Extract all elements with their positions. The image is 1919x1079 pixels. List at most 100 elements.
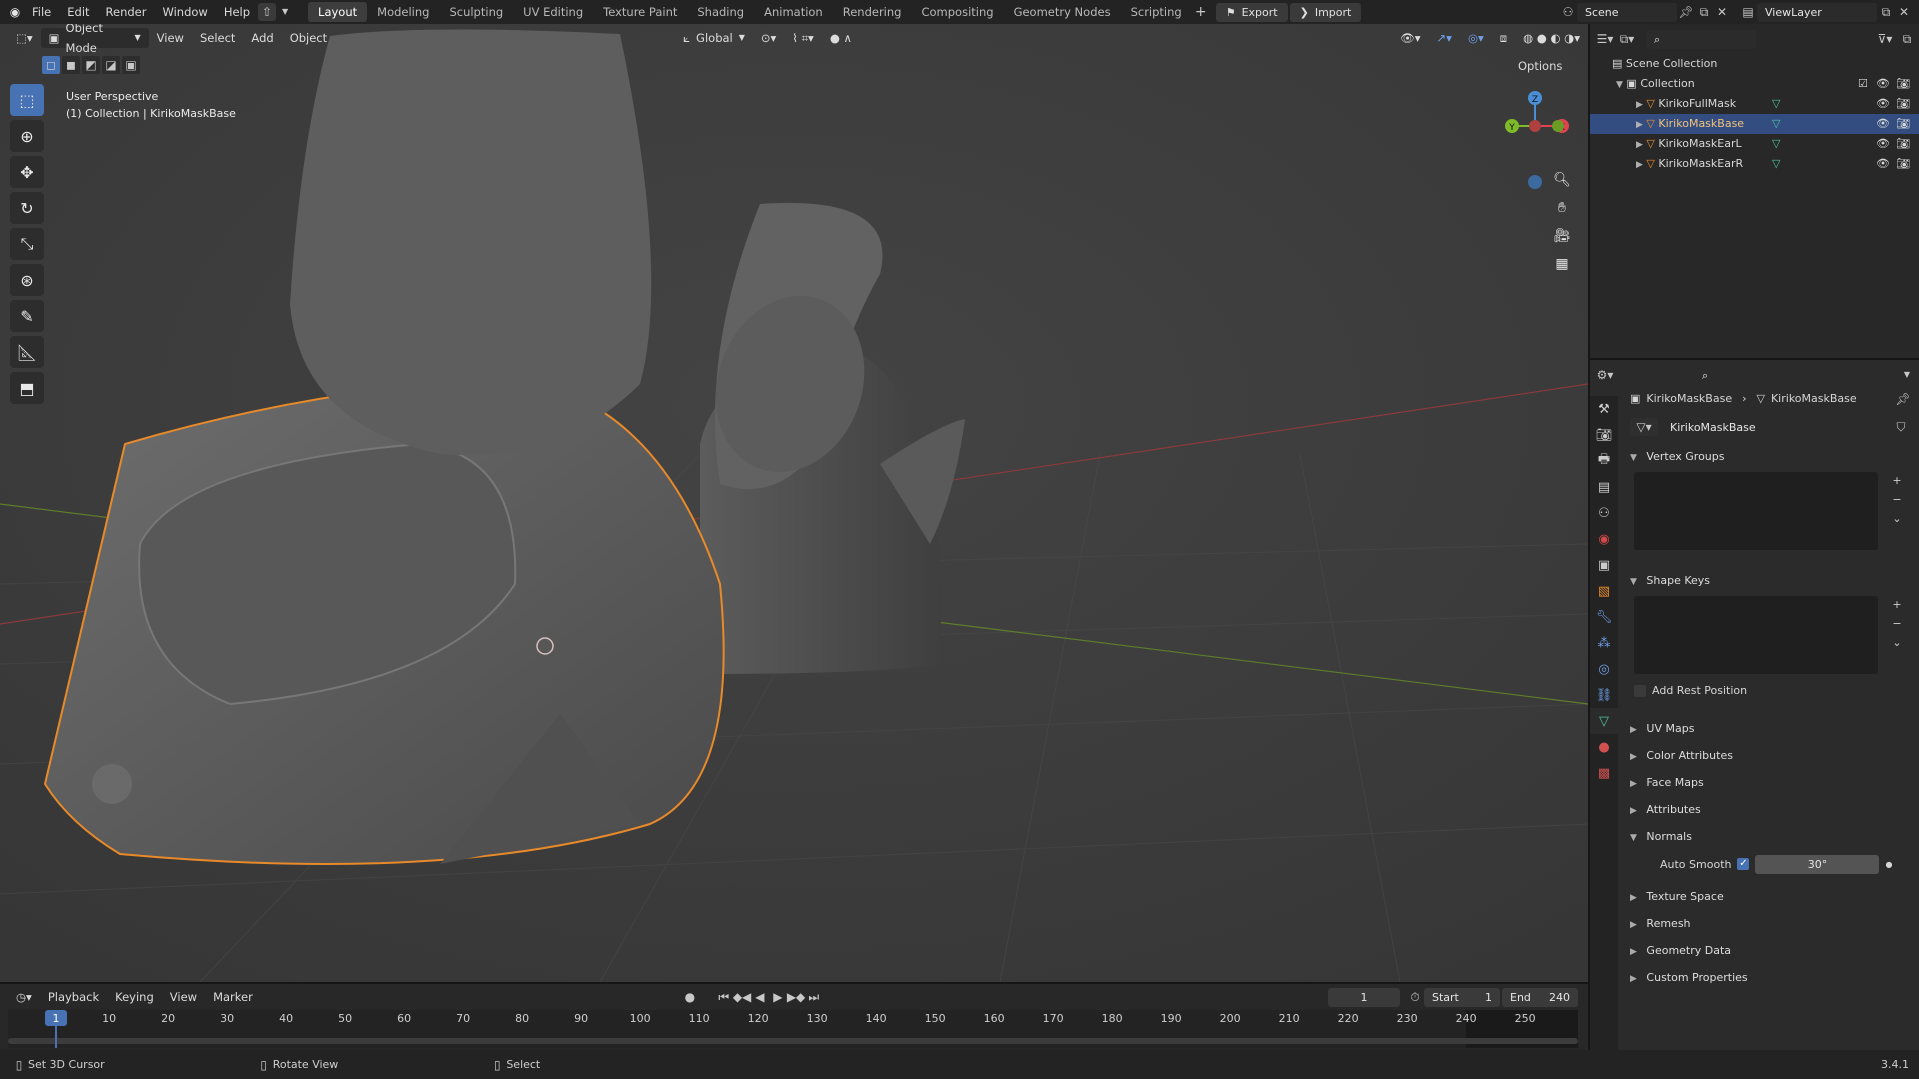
pin-icon[interactable]: 📌︎ [1894, 390, 1912, 408]
mesh-data-icon[interactable]: ▽ [1772, 134, 1780, 154]
panel-vertex-groups[interactable]: ▼ Vertex Groups [1630, 446, 1912, 468]
camera-render-icon[interactable]: 📷︎ [1896, 94, 1910, 114]
eye-icon[interactable]: 👁︎ [1876, 114, 1890, 134]
camera-render-icon[interactable]: 📷︎ [1896, 154, 1910, 174]
camera-render-icon[interactable]: 📷︎ [1896, 74, 1910, 94]
collection-checkbox[interactable]: ☑ [1858, 74, 1868, 94]
properties-search[interactable]: ⌕ [1694, 365, 1804, 385]
file-upload-icon[interactable]: ⇧ [258, 3, 277, 21]
object-tab-icon[interactable]: ▧ [1590, 578, 1618, 604]
proportional-edit-icon[interactable]: ● ∧ [822, 28, 860, 48]
eye-icon[interactable]: 👁︎ [1876, 154, 1890, 174]
animate-dot-icon[interactable]: ● [1885, 860, 1892, 869]
new-scene-icon[interactable]: ⧉ [1695, 3, 1713, 21]
render-tab-icon[interactable]: 📷︎ [1590, 422, 1618, 448]
particles-tab-icon[interactable]: ⁂ [1590, 630, 1618, 656]
add-vertex-group-icon[interactable]: + [1887, 472, 1907, 490]
import-button[interactable]: ❯ Import [1289, 2, 1362, 22]
expand-arrow-icon[interactable]: ▼ [1616, 80, 1623, 90]
outliner-item[interactable]: ▶ ▽ KirikoMaskEarR ▽ 👁︎ 📷︎ [1590, 154, 1919, 174]
record-icon[interactable]: ● [681, 988, 699, 1006]
pivot-icon[interactable]: ⊙▾ [753, 28, 784, 48]
transform-icon[interactable]: ⊛ [10, 264, 44, 296]
world-tab-icon[interactable]: ◉ [1590, 526, 1618, 552]
eye-icon[interactable]: 👁︎ [1876, 134, 1890, 154]
scale-icon[interactable]: ⤡ [10, 228, 44, 260]
scene-field[interactable]: Scene [1577, 2, 1677, 22]
camera-render-icon[interactable]: 📷︎ [1896, 134, 1910, 154]
chevron-down-icon[interactable]: ▼ [276, 3, 294, 21]
panel-attributes[interactable]: ▶ Attributes [1630, 799, 1912, 821]
orientation-dropdown[interactable]: ⟀ Global ▼ [675, 28, 753, 48]
scene-icon[interactable]: ⚇ [1559, 3, 1577, 21]
jump-end-icon[interactable]: ⏭ [805, 988, 823, 1006]
outliner-search[interactable]: ⌕ [1646, 29, 1756, 49]
fake-user-shield-icon[interactable]: ⛉ [1892, 418, 1910, 436]
start-frame-field[interactable]: Start 1 [1424, 987, 1500, 1007]
texture-tab-icon[interactable]: ▩ [1590, 760, 1618, 786]
panel-texture-space[interactable]: ▶ Texture Space [1630, 886, 1912, 908]
preview-range-clock-icon[interactable]: ⏱ [1406, 988, 1424, 1006]
blender-logo-icon[interactable]: ◉ [6, 3, 24, 21]
tab-layout[interactable]: Layout [308, 2, 368, 22]
outliner-item[interactable]: ▶ ▽ KirikoMaskEarL ▽ 👁︎ 📷︎ [1590, 134, 1919, 154]
panel-uv-maps[interactable]: ▶ UV Maps [1630, 718, 1912, 740]
expand-arrow-icon[interactable]: ▶ [1636, 100, 1643, 110]
mesh-data-tab-icon[interactable]: ▽ [1590, 708, 1618, 734]
add-rest-position-checkbox[interactable] [1634, 684, 1646, 697]
modifier-tab-icon[interactable]: 🔧︎ [1590, 604, 1618, 630]
tab-sculpting[interactable]: Sculpting [439, 2, 513, 22]
camera-icon[interactable]: 🎥︎ [1548, 222, 1576, 250]
vertex-groups-list[interactable] [1634, 472, 1878, 550]
eye-icon[interactable]: 👁︎ [1876, 94, 1890, 114]
close-view-layer-icon[interactable]: ✕ [1895, 3, 1913, 21]
remove-vertex-group-icon[interactable]: − [1887, 491, 1907, 509]
3d-viewport[interactable]: ⬚▾ ▣ Object Mode ▼ View Select Add Objec… [0, 24, 1588, 982]
camera-render-icon[interactable]: 📷︎ [1896, 114, 1910, 134]
filter-icon[interactable]: ⊽▾ [1876, 30, 1894, 48]
panel-geometry-data[interactable]: ▶ Geometry Data [1630, 940, 1912, 962]
scene-tab-icon[interactable]: ⚇ [1590, 500, 1618, 526]
menu-object[interactable]: Object [282, 28, 335, 48]
shading-modes-icon[interactable]: ◍ ● ◐ ◑▾ [1515, 28, 1588, 48]
outliner-collection[interactable]: ▼ ▣ Collection ☑ 👁︎ 📷︎ [1590, 74, 1919, 94]
menu-marker[interactable]: Marker [205, 987, 261, 1007]
chevron-down-icon[interactable]: ▼ [1898, 366, 1916, 384]
menu-help[interactable]: Help [216, 0, 258, 24]
properties-editor-icon[interactable]: ⚙▾ [1596, 366, 1614, 384]
measure-icon[interactable]: 📐︎ [10, 336, 44, 368]
mesh-data-icon[interactable]: ▽ [1772, 154, 1780, 174]
select-extend-icon[interactable]: ◼ [62, 56, 80, 74]
expand-arrow-icon[interactable]: ▶ [1636, 140, 1643, 150]
play-icon[interactable]: ▶ [769, 988, 787, 1006]
panel-normals[interactable]: ▼ Normals [1630, 826, 1912, 848]
chevron-down-icon[interactable]: ⌄ [1887, 510, 1907, 528]
current-frame-field[interactable]: 1 [1328, 987, 1400, 1007]
tab-texture-paint[interactable]: Texture Paint [593, 2, 687, 22]
view-layer-field[interactable]: ViewLayer [1757, 2, 1877, 22]
mesh-data-icon[interactable]: ▽ [1772, 94, 1780, 114]
snap-icon[interactable]: ⌇ ⌗▾ [784, 28, 822, 48]
editor-type-button[interactable]: ⬚▾ [8, 28, 41, 48]
datablock-name-field[interactable]: KirikoMaskBase [1662, 417, 1888, 437]
menu-timeline-view[interactable]: View [162, 987, 205, 1007]
add-cube-icon[interactable]: ⬒ [10, 372, 44, 404]
new-view-layer-icon[interactable]: ⧉ [1877, 3, 1895, 21]
close-scene-icon[interactable]: ✕ [1713, 3, 1731, 21]
panel-face-maps[interactable]: ▶ Face Maps [1630, 772, 1912, 794]
timeline-scrollbar[interactable] [8, 1038, 1578, 1044]
outliner-editor-icon[interactable]: ☰▾ [1596, 30, 1614, 48]
tab-rendering[interactable]: Rendering [833, 2, 912, 22]
menu-file[interactable]: File [24, 0, 59, 24]
options-button[interactable]: Options [1510, 56, 1570, 76]
panel-shape-keys[interactable]: ▼ Shape Keys [1630, 570, 1912, 592]
menu-playback[interactable]: Playback [40, 987, 107, 1007]
tab-scripting[interactable]: Scripting [1121, 2, 1192, 22]
next-keyframe-icon[interactable]: ▶◆ [787, 988, 805, 1006]
export-button[interactable]: ⚑ Export [1215, 2, 1288, 22]
tab-shading[interactable]: Shading [687, 2, 754, 22]
mode-dropdown[interactable]: ▣ Object Mode ▼ [40, 24, 149, 55]
annotate-icon[interactable]: ✎ [10, 300, 44, 332]
select-box-icon[interactable]: ⬚ [10, 84, 44, 116]
expand-arrow-icon[interactable]: ▶ [1636, 120, 1643, 130]
